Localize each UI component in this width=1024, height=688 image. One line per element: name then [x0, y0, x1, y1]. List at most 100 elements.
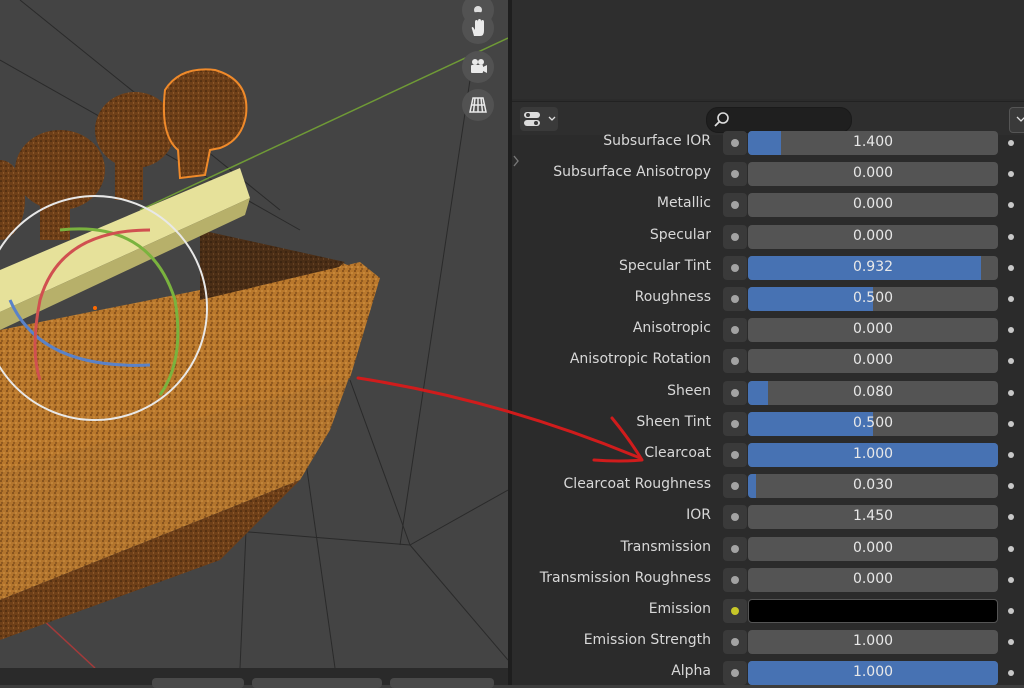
input-socket-button[interactable] — [723, 381, 747, 405]
socket-dot-icon — [731, 264, 739, 272]
value-slider[interactable]: 0.000 — [748, 349, 998, 373]
input-socket-button[interactable] — [723, 162, 747, 186]
property-row-transmission-roughness: Transmission Roughness 0.000 — [512, 568, 1024, 592]
slider-value: 1.000 — [852, 446, 894, 462]
camera-icon[interactable] — [462, 51, 494, 83]
value-slider[interactable]: 1.000 — [748, 661, 998, 685]
input-socket-button[interactable] — [723, 630, 747, 654]
options-dropdown[interactable] — [1009, 107, 1024, 133]
property-row-alpha: Alpha 1.000 — [512, 661, 1024, 685]
input-socket-button[interactable] — [723, 661, 747, 685]
socket-dot-icon — [731, 295, 739, 303]
3d-viewport[interactable] — [0, 0, 508, 668]
keyframe-dot-icon[interactable] — [1008, 639, 1014, 645]
property-row-emission: Emission — [512, 599, 1024, 623]
socket-dot-icon — [731, 451, 739, 459]
keyframe-dot-icon[interactable] — [1008, 171, 1014, 177]
editor-type-button[interactable] — [520, 107, 558, 131]
slider-value: 0.932 — [852, 259, 894, 275]
property-label: Alpha — [671, 663, 711, 679]
input-socket-button[interactable] — [723, 287, 747, 311]
input-socket-button[interactable] — [723, 193, 747, 217]
keyframe-dot-icon[interactable] — [1008, 234, 1014, 240]
socket-dot-icon — [731, 170, 739, 178]
value-slider[interactable]: 0.000 — [748, 568, 998, 592]
keyframe-dot-icon[interactable] — [1008, 265, 1014, 271]
keyframe-dot-icon[interactable] — [1008, 421, 1014, 427]
keyframe-dot-icon[interactable] — [1008, 358, 1014, 364]
properties-editor: Subsurface IOR 1.400 Subsurface Anisotropy… — [512, 0, 1024, 685]
value-slider[interactable]: 0.500 — [748, 287, 998, 311]
input-socket-button[interactable] — [723, 131, 747, 155]
property-label: Sheen Tint — [636, 414, 711, 430]
socket-dot-icon — [731, 669, 739, 677]
value-slider[interactable]: 0.080 — [748, 381, 998, 405]
selected-knob[interactable] — [162, 68, 248, 180]
hand-pan-icon[interactable] — [462, 12, 494, 44]
input-socket-button[interactable] — [723, 349, 747, 373]
input-socket-button[interactable] — [723, 225, 747, 249]
property-row-specular-tint: Specular Tint 0.932 — [512, 256, 1024, 280]
search-input[interactable] — [735, 111, 847, 129]
slider-value: 0.030 — [852, 477, 894, 493]
slider-value: 0.080 — [852, 384, 894, 400]
socket-dot-icon — [731, 357, 739, 365]
properties-header — [512, 101, 1024, 135]
value-slider[interactable]: 0.030 — [748, 474, 998, 498]
keyframe-dot-icon[interactable] — [1008, 670, 1014, 676]
property-row-specular: Specular 0.000 — [512, 225, 1024, 249]
property-label: Clearcoat — [644, 445, 711, 461]
keyframe-dot-icon[interactable] — [1008, 327, 1014, 333]
property-row-roughness: Roughness 0.500 — [512, 287, 1024, 311]
value-slider[interactable]: 1.000 — [748, 443, 998, 467]
input-socket-button[interactable] — [723, 599, 747, 623]
keyframe-dot-icon[interactable] — [1008, 577, 1014, 583]
value-slider[interactable]: 0.932 — [748, 256, 998, 280]
input-socket-button[interactable] — [723, 505, 747, 529]
keyframe-dot-icon[interactable] — [1008, 202, 1014, 208]
socket-dot-icon — [731, 607, 739, 615]
value-slider[interactable]: 1.400 — [748, 131, 998, 155]
keyframe-dot-icon[interactable] — [1008, 296, 1014, 302]
value-slider[interactable]: 1.450 — [748, 505, 998, 529]
value-slider[interactable]: 1.000 — [748, 630, 998, 654]
input-socket-button[interactable] — [723, 443, 747, 467]
scene-render[interactable] — [0, 0, 508, 668]
input-socket-button[interactable] — [723, 474, 747, 498]
value-slider[interactable]: 0.000 — [748, 193, 998, 217]
input-socket-button[interactable] — [723, 412, 747, 436]
keyframe-dot-icon[interactable] — [1008, 140, 1014, 146]
value-slider[interactable]: 0.000 — [748, 537, 998, 561]
property-label: Subsurface Anisotropy — [553, 164, 711, 180]
socket-dot-icon — [731, 513, 739, 521]
keyframe-dot-icon[interactable] — [1008, 452, 1014, 458]
search-field[interactable] — [706, 107, 852, 133]
slider-value: 0.000 — [852, 352, 894, 368]
input-socket-button[interactable] — [723, 318, 747, 342]
value-slider[interactable]: 0.000 — [748, 162, 998, 186]
socket-dot-icon — [731, 326, 739, 334]
value-slider[interactable]: 0.000 — [748, 225, 998, 249]
toggle-icon — [523, 112, 540, 126]
grid-ortho-icon[interactable] — [462, 89, 494, 121]
socket-dot-icon — [731, 139, 739, 147]
keyframe-dot-icon[interactable] — [1008, 546, 1014, 552]
slider-value: 0.000 — [852, 321, 894, 337]
input-socket-button[interactable] — [723, 537, 747, 561]
color-field[interactable] — [748, 599, 998, 623]
keyframe-dot-icon[interactable] — [1008, 390, 1014, 396]
keyframe-dot-icon[interactable] — [1008, 514, 1014, 520]
keyframe-dot-icon[interactable] — [1008, 483, 1014, 489]
slider-value: 0.000 — [852, 196, 894, 212]
value-slider[interactable]: 0.000 — [748, 318, 998, 342]
slider-value: 1.000 — [852, 633, 894, 649]
keyframe-dot-icon[interactable] — [1008, 608, 1014, 614]
slider-value: 0.500 — [852, 290, 894, 306]
input-socket-button[interactable] — [723, 568, 747, 592]
property-label: Anisotropic Rotation — [569, 351, 711, 367]
value-slider[interactable]: 0.500 — [748, 412, 998, 436]
input-socket-button[interactable] — [723, 256, 747, 280]
property-label: Sheen — [667, 383, 711, 399]
property-label: Specular — [649, 227, 711, 243]
socket-dot-icon — [731, 233, 739, 241]
